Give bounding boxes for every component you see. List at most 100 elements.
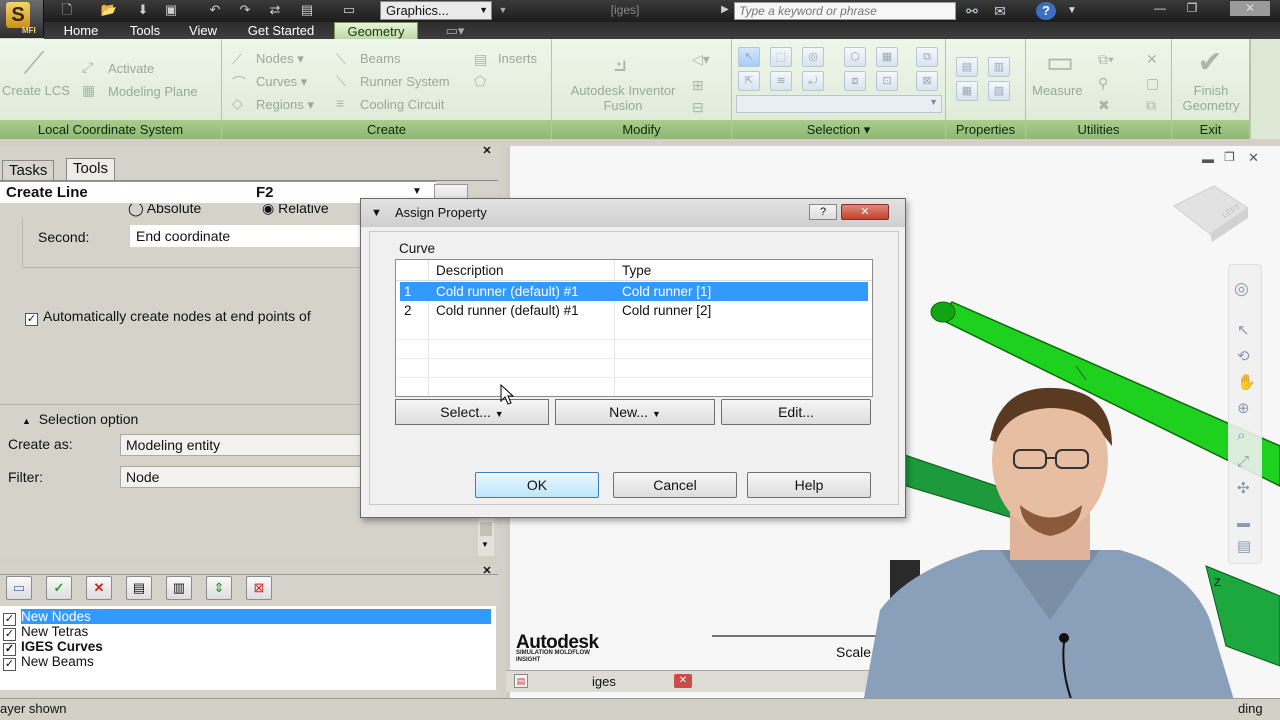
modify-tool-icon[interactable]: ◁▾ <box>692 51 710 68</box>
activate-button[interactable]: Activate <box>108 61 154 76</box>
remove-icon[interactable]: ✖ <box>1098 97 1110 114</box>
steering-wheel-icon[interactable]: ◎ <box>1234 279 1249 299</box>
dialog-menu-icon[interactable]: ▼ <box>371 199 382 227</box>
properties-list-icon[interactable]: ▧ <box>988 81 1010 101</box>
clean-layers-icon[interactable]: ⊠ <box>246 576 272 600</box>
layer-row[interactable]: ✓ New Tetras <box>0 624 496 641</box>
scroll-down-icon[interactable]: ▼ <box>481 540 489 549</box>
graphics-select[interactable]: Graphics... ▼ <box>380 1 492 20</box>
plug-icon[interactable]: ⇄ <box>266 2 284 18</box>
select-filter-icon[interactable]: ⧉ <box>916 47 938 67</box>
ok-button[interactable]: OK <box>475 472 599 498</box>
binoculars-icon[interactable]: ⚯ <box>962 2 982 20</box>
play-icon[interactable]: ▶ <box>716 2 734 18</box>
new-button[interactable]: New... ▼ <box>555 399 715 425</box>
help-button[interactable]: Help <box>747 472 871 498</box>
minimize-icon[interactable]: — <box>1150 1 1170 16</box>
screen-icon[interactable]: ▭ <box>340 2 358 18</box>
select-circle-icon[interactable]: ◎ <box>802 47 824 67</box>
select-invert-icon[interactable]: ⤾ <box>802 71 824 91</box>
modeling-plane-button[interactable]: Modeling Plane <box>108 84 198 99</box>
tab-tools-panel[interactable]: Tools <box>66 158 116 180</box>
dialog-title-bar[interactable]: ▼ Assign Property ? ✕ <box>361 199 905 227</box>
new-layer-icon[interactable]: ▭ <box>6 576 32 600</box>
print-icon[interactable]: ▣ <box>162 2 180 18</box>
restore-icon[interactable]: ❐ <box>1182 1 1202 16</box>
duplicate-icon[interactable]: ⧉ <box>1146 97 1156 114</box>
column-description[interactable]: Description <box>436 260 504 281</box>
close-panel-icon[interactable]: ✕ <box>481 146 493 157</box>
printer-icon[interactable]: ▤ <box>298 2 316 18</box>
dialog-help-icon[interactable]: ? <box>809 204 837 220</box>
new-file-icon[interactable]: 🗋 <box>58 2 76 18</box>
tab-view[interactable]: View <box>180 22 226 39</box>
properties-assign-icon[interactable]: ▥ <box>988 57 1010 77</box>
expand-layer-icon[interactable]: ⇕ <box>206 576 232 600</box>
edit-button[interactable]: Edit... <box>721 399 871 425</box>
nodes-button[interactable]: Nodes ▾ <box>256 51 304 67</box>
save-icon[interactable]: ⬇ <box>134 2 152 18</box>
delete-layer-icon[interactable]: ✕ <box>86 576 112 600</box>
tab-get-started[interactable]: Get Started <box>236 22 326 39</box>
select-layers-icon[interactable]: ≋ <box>770 71 792 91</box>
absolute-radio[interactable]: ◯ Absolute <box>128 204 201 217</box>
paste-icon[interactable]: ▢ <box>1146 75 1159 92</box>
communication-center-icon[interactable]: ✉ <box>990 2 1010 20</box>
viewcube[interactable] <box>1173 185 1249 242</box>
tab-geometry[interactable]: Geometry <box>334 22 418 39</box>
help-chevron-icon[interactable]: ▼ <box>1062 2 1082 20</box>
finish-geometry-button[interactable]: Finish Geometry <box>1176 83 1246 113</box>
fusion-button[interactable]: Autodesk Inventor Fusion <box>558 83 688 113</box>
ribbon-options-icon[interactable]: ▭▾ <box>440 22 470 39</box>
select-arrow-icon[interactable]: ↖ <box>738 47 760 67</box>
modify-align-icon[interactable]: ⊟ <box>692 99 704 116</box>
close-layers-icon[interactable]: ✕ <box>481 566 493 577</box>
select-all-icon[interactable]: ▦ <box>876 47 898 67</box>
select-button[interactable]: Select... ▼ <box>395 399 549 425</box>
application-menu-button[interactable]: S MFI <box>0 0 44 38</box>
layer-row[interactable]: ✓ New Beams <box>0 654 496 671</box>
undo-icon[interactable]: ↶ <box>206 2 224 18</box>
dialog-close-icon[interactable]: ✕ <box>841 204 889 220</box>
select-expand-icon[interactable]: ⇱ <box>738 71 760 91</box>
table-row[interactable]: 1 Cold runner (default) #1 Cold runner [… <box>400 282 868 301</box>
cancel-button[interactable]: Cancel <box>613 472 737 498</box>
checkbox-icon[interactable]: ✓ <box>3 658 16 671</box>
properties-view-icon[interactable]: ▦ <box>956 81 978 101</box>
layer-properties-icon[interactable]: ▤ <box>126 576 152 600</box>
layer-row[interactable]: ✓ New Nodes <box>0 609 496 626</box>
cooling-circuit-button[interactable]: Cooling Circuit <box>360 97 445 112</box>
table-row[interactable]: 2 Cold runner (default) #1 Cold runner [… <box>400 301 868 320</box>
scrollbar-thumb[interactable] <box>480 522 492 536</box>
overflow-chevron-icon[interactable]: ▼ <box>494 2 512 18</box>
close-icon[interactable]: ✕ <box>1230 1 1270 16</box>
assign-layer-icon[interactable]: ▥ <box>166 576 192 600</box>
auto-create-nodes-checkbox[interactable]: ✓ Automatically create nodes at end point… <box>22 308 311 326</box>
query-icon[interactable]: ⚲ <box>1098 75 1108 92</box>
runner-system-button[interactable]: Runner System <box>360 74 450 89</box>
tab-tasks[interactable]: Tasks <box>2 160 55 180</box>
select-cursor-icon[interactable]: ↖ <box>1237 321 1250 339</box>
selection-filter-select[interactable]: ▼ <box>736 95 942 113</box>
help-icon[interactable]: ? <box>1036 2 1056 20</box>
select-polygon-icon[interactable]: ⬡ <box>844 47 866 67</box>
rotate-icon[interactable]: ⟲ <box>1237 347 1250 365</box>
select-box-icon[interactable]: ⬚ <box>770 47 792 67</box>
selection-option-toggle[interactable]: ▲ Selection option <box>22 411 138 427</box>
measure-button[interactable]: Measure <box>1032 83 1083 98</box>
select-region-icon[interactable]: ⧈ <box>844 71 866 91</box>
copy-icon[interactable]: ⧉▾ <box>1098 51 1114 68</box>
select-clear-icon[interactable]: ⊠ <box>916 71 938 91</box>
properties-edit-icon[interactable]: ▤ <box>956 57 978 77</box>
open-folder-icon[interactable]: 📂 <box>100 2 118 18</box>
document-tab-iges[interactable]: iges <box>592 674 616 689</box>
layer-row[interactable]: ✓ IGES Curves <box>0 639 496 656</box>
insert-shape-icon[interactable]: ⬠ <box>474 73 486 90</box>
delete-icon[interactable]: ✕ <box>1146 51 1158 68</box>
beams-button[interactable]: Beams <box>360 51 400 66</box>
column-type[interactable]: Type <box>622 260 652 281</box>
relative-radio[interactable]: ◉ Relative <box>262 204 329 217</box>
create-lcs-button[interactable]: Create LCS <box>2 83 70 98</box>
regions-button[interactable]: Regions ▾ <box>256 97 314 113</box>
curves-button[interactable]: Curves ▾ <box>256 74 307 90</box>
